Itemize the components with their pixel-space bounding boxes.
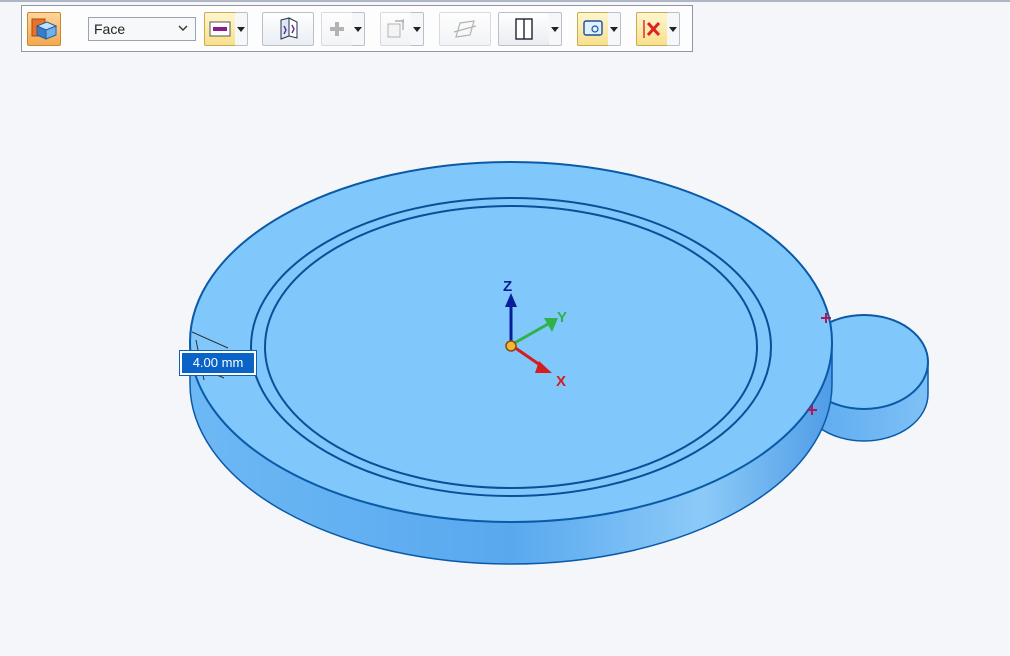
dimension-value-box[interactable]: 4.00 mm [179, 350, 257, 376]
model-viewport[interactable]: Z Y X [0, 0, 1010, 656]
base-plate[interactable] [189, 161, 833, 565]
axis-x-label: X [556, 373, 566, 390]
axis-z-label: Z [503, 278, 512, 295]
axis-y-label: Y [557, 309, 567, 326]
dimension-value-text[interactable]: 4.00 mm [182, 353, 254, 373]
